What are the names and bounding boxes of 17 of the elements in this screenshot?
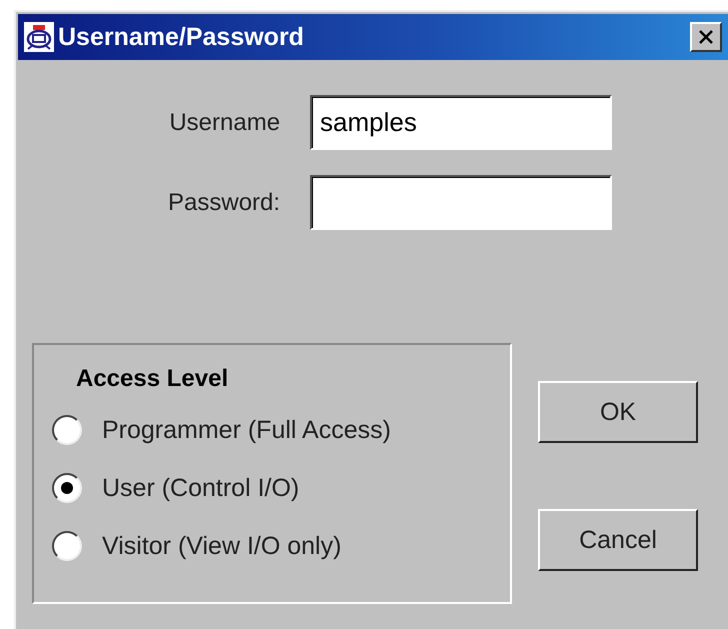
field-label: Password: — [168, 188, 280, 216]
close-button[interactable] — [690, 22, 722, 52]
window-title: Username/Password — [58, 22, 305, 52]
close-icon — [696, 28, 716, 46]
radio-label[interactable]: Visitor (View I/O only) — [102, 532, 342, 560]
group-title: Access Level — [76, 365, 230, 393]
radio-button[interactable] — [52, 415, 82, 445]
radio-label[interactable]: Programmer (Full Access) — [102, 416, 391, 444]
cancel-button[interactable]: Cancel — [538, 509, 698, 571]
username-field[interactable]: samples — [310, 95, 612, 150]
radio-label[interactable]: User (Control I/O) — [102, 474, 300, 502]
field-label: Username — [168, 108, 280, 136]
ok-button[interactable]: OK — [538, 381, 698, 443]
radio-button[interactable] — [52, 473, 82, 503]
password-field[interactable] — [310, 175, 612, 230]
radio-button[interactable] — [52, 531, 82, 561]
app-icon — [24, 22, 54, 52]
